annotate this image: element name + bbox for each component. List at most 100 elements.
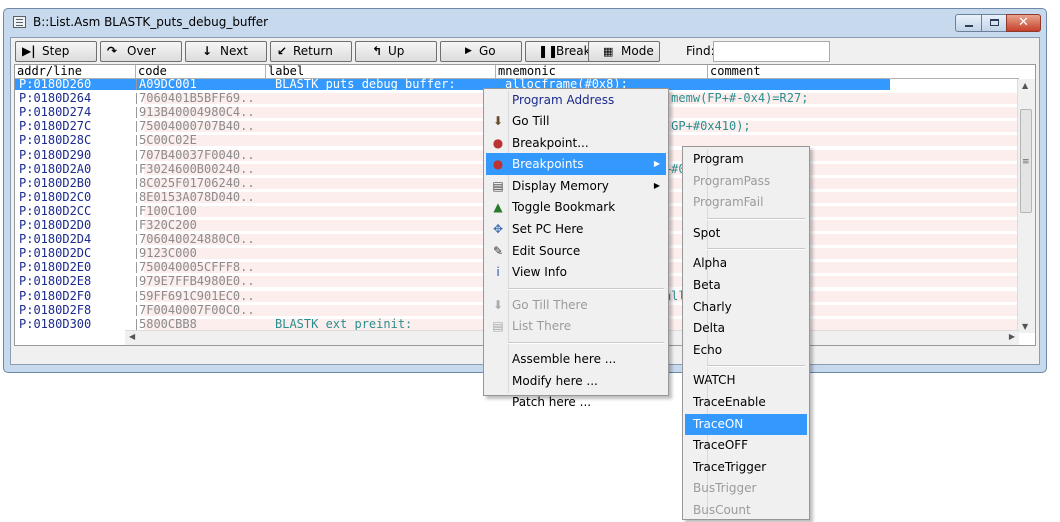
row-address: P:0180D2E0 <box>19 260 92 275</box>
row-address: P:0180D2F8 <box>19 302 92 317</box>
minimize-icon <box>965 25 973 27</box>
row-code: 5800CBB8 <box>136 318 267 330</box>
step-icon: ▶| <box>22 44 36 58</box>
grip-icon: ≡ <box>1022 157 1030 167</box>
row-code: F320C200 <box>136 220 267 231</box>
bookmark-icon: ▲ <box>493 200 503 215</box>
up-button[interactable]: ↰ Up <box>355 41 437 62</box>
menu-separator <box>508 342 664 344</box>
row-address: P:0180D2B0 <box>19 175 92 190</box>
submenu-item-traceenable[interactable]: TraceEnable <box>685 392 807 414</box>
row-address: P:0180D2D4 <box>19 232 92 247</box>
vertical-scrollbar[interactable]: ▲ ≡ ▼ <box>1017 79 1035 333</box>
window-title: B::List.Asm BLASTK_puts_debug_buffer <box>33 15 269 29</box>
breakpoints-submenu: Program ProgramPass ProgramFail Spot Alpha Be… <box>682 146 810 520</box>
row-label: BLASTK_puts_debug_buffer: <box>275 77 456 91</box>
breakpoint-icon: ● <box>492 135 504 150</box>
row-address: P:0180D2F0 <box>19 288 92 303</box>
header-comment[interactable]: comment <box>707 65 1019 78</box>
submenu-item-traceon[interactable]: TraceON <box>685 413 807 436</box>
maximize-icon <box>990 19 999 26</box>
view-info-icon: i <box>496 265 500 280</box>
row-address: P:0180D2CC <box>19 203 92 218</box>
menu-item-view-info[interactable]: i View Info <box>486 261 666 283</box>
submenu-item-spot[interactable]: Spot <box>685 223 807 245</box>
submenu-item-program[interactable]: Program <box>685 149 807 171</box>
submenu-item-echo[interactable]: Echo <box>685 340 807 362</box>
row-code: 75004000707B40.. <box>136 121 267 133</box>
submenu-item-watch[interactable]: WATCH <box>685 370 807 392</box>
menu-item-assemble-here[interactable]: Assemble here ... <box>486 348 666 370</box>
menu-item-display-memory[interactable]: ▤ Display Memory ▶ <box>486 175 666 197</box>
row-address: P:0180D28C <box>19 133 92 148</box>
menu-item-modify-here[interactable]: Modify here ... <box>486 370 666 392</box>
scroll-right-icon[interactable]: ▶ <box>1009 332 1015 341</box>
submenu-arrow-icon: ▶ <box>653 159 660 169</box>
context-menu: Program Address ⬇ Go Till ● Breakpoint... ● B… <box>483 88 669 409</box>
next-icon: ↓ <box>202 44 213 58</box>
toolbar: ▶| Step ↷ Over ↓ Next ↙ Return ↰ Up ▶ Go ❚❚ Bre… <box>11 38 1039 64</box>
row-code: 706040024880C0.. <box>136 234 267 246</box>
edit-source-icon: ✎ <box>492 243 504 258</box>
row-address: P:0180D260 <box>19 77 92 91</box>
breakpoints-icon: ● <box>492 157 504 172</box>
next-button[interactable]: ↓ Next <box>185 41 267 62</box>
row-address: P:0180D2C0 <box>19 189 92 204</box>
menu-item-breakpoints[interactable]: ● Breakpoints ▶ <box>486 153 666 176</box>
row-code: F3024600B00240.. <box>136 163 267 175</box>
row-code: 750040005CFFF8.. <box>136 262 267 274</box>
submenu-arrow-icon: ▶ <box>653 180 660 190</box>
row-address: P:0180D2E8 <box>19 274 92 289</box>
mode-icon: ▦ <box>603 45 614 58</box>
go-button[interactable]: ▶ Go <box>440 41 522 62</box>
close-button[interactable]: ✕ <box>1006 14 1041 32</box>
submenu-item-beta[interactable]: Beta <box>685 275 807 297</box>
menu-item-go-till-there: ⬇ Go Till There <box>486 294 666 316</box>
scroll-left-icon[interactable]: ◀ <box>129 332 135 341</box>
menu-item-breakpoint[interactable]: ● Breakpoint... <box>486 132 666 154</box>
row-code: 8E0153A078D040.. <box>136 191 267 203</box>
submenu-item-programfail: ProgramFail <box>693 195 764 210</box>
row-code: A09DC001 <box>136 79 267 90</box>
menu-separator <box>707 248 805 251</box>
step-button[interactable]: ▶| Step <box>15 41 97 62</box>
submenu-item-delta[interactable]: Delta <box>685 318 807 340</box>
minimize-button[interactable] <box>955 14 982 32</box>
header-code[interactable]: code <box>135 65 265 78</box>
window-list-icon <box>13 16 26 28</box>
submenu-item-bustrigger: BusTrigger <box>693 481 757 496</box>
row-code: F100C100 <box>136 205 267 217</box>
submenu-item-alpha[interactable]: Alpha <box>685 253 807 275</box>
menu-item-toggle-bookmark[interactable]: ▲ Toggle Bookmark <box>486 196 666 218</box>
menu-item-patch-here[interactable]: Patch here ... <box>486 391 666 413</box>
menu-item-go-till[interactable]: ⬇ Go Till <box>486 110 666 132</box>
title-bar[interactable]: B::List.Asm BLASTK_puts_debug_buffer ✕ <box>4 9 1046 37</box>
maximize-button[interactable] <box>981 14 1007 32</box>
menu-item-set-pc-here[interactable]: ✥ Set PC Here <box>486 218 666 240</box>
menu-item-edit-source[interactable]: ✎ Edit Source <box>486 240 666 262</box>
scroll-down-icon[interactable]: ▼ <box>1022 322 1028 331</box>
row-code: 8C025F01706240.. <box>136 177 267 189</box>
list-there-icon: ▤ <box>492 319 504 334</box>
submenu-item-tracetrigger[interactable]: TraceTrigger <box>685 457 807 479</box>
return-button[interactable]: ↙ Return <box>270 41 352 62</box>
go-icon: ▶ <box>465 46 472 56</box>
menu-separator <box>707 365 805 368</box>
row-label: BLASTK_ext_preinit: <box>275 316 413 331</box>
return-icon: ↙ <box>277 44 288 58</box>
find-input[interactable] <box>713 41 830 62</box>
row-address: P:0180D2DC <box>19 246 92 261</box>
row-code: 7060401B5BFF69.. <box>136 93 267 105</box>
go-till-there-icon: ⬇ <box>492 297 504 312</box>
up-icon: ↰ <box>372 44 383 58</box>
menu-item-list-there: ▤ List There <box>486 315 666 337</box>
over-button[interactable]: ↷ Over <box>100 41 182 62</box>
row-code: 979E7FFB4980E0.. <box>136 276 267 288</box>
set-pc-icon: ✥ <box>492 222 504 236</box>
submenu-item-traceoff[interactable]: TraceOFF <box>685 435 807 457</box>
scroll-up-icon[interactable]: ▲ <box>1022 81 1028 90</box>
display-memory-icon: ▤ <box>492 178 504 193</box>
row-code: 59FF691C901EC0.. <box>136 290 267 302</box>
submenu-item-charly[interactable]: Charly <box>685 297 807 319</box>
mode-button[interactable]: ▦ Mode <box>588 41 660 62</box>
